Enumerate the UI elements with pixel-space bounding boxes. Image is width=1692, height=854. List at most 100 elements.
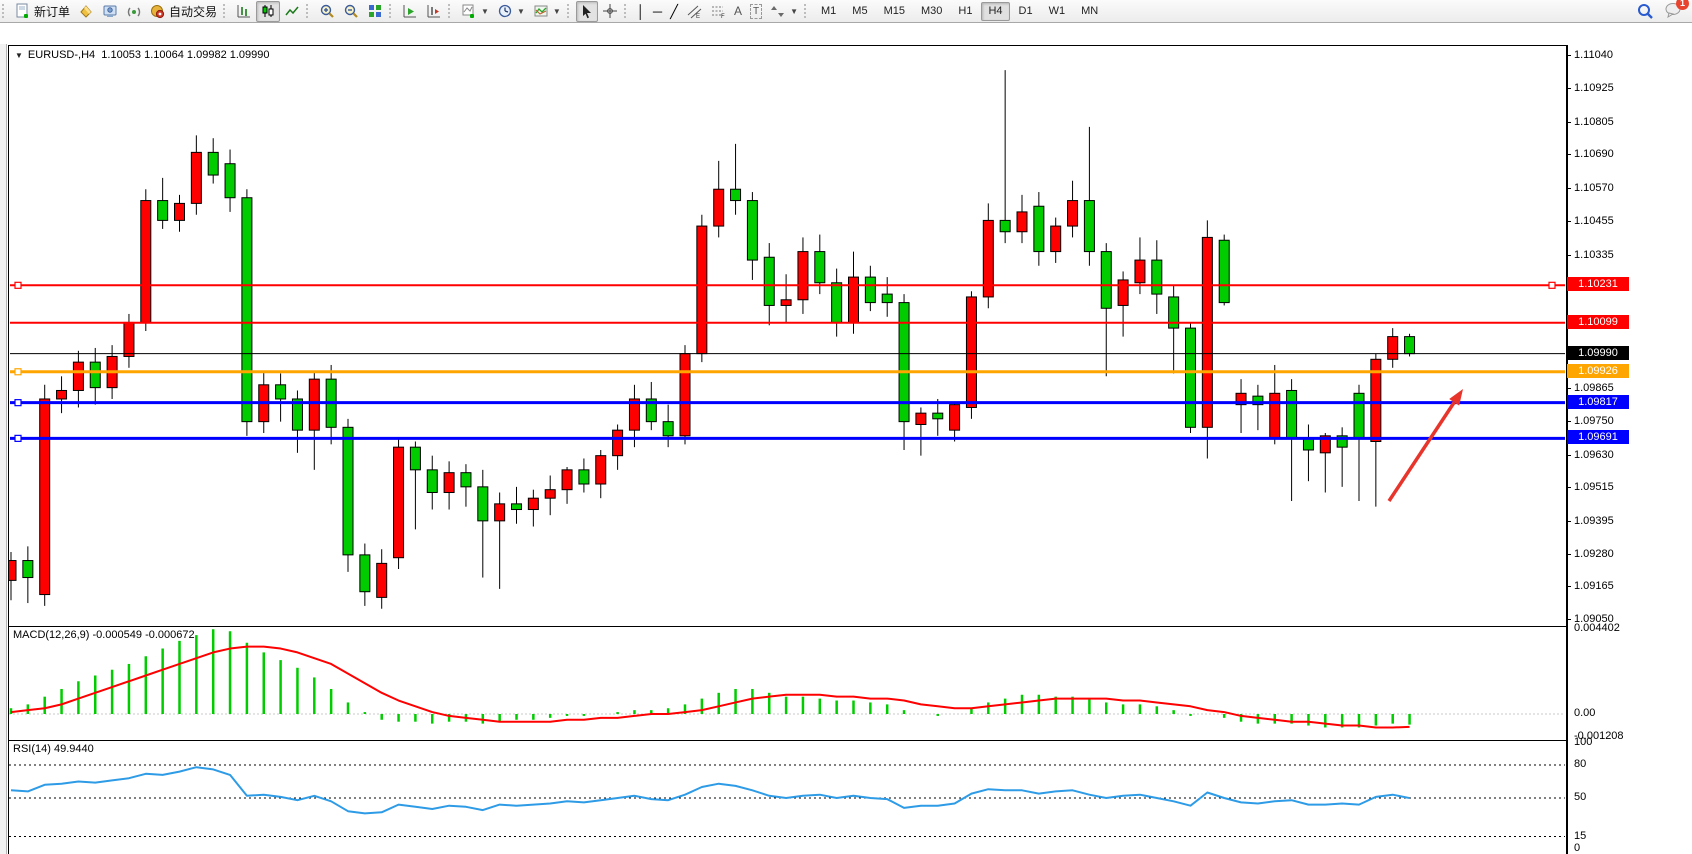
text-label-tool-button[interactable]: T <box>746 1 766 22</box>
candlestick-mode-button[interactable] <box>256 1 280 22</box>
horizontal-line-object[interactable] <box>10 435 1565 441</box>
cursor-tool-button[interactable] <box>576 1 598 22</box>
styler-button[interactable] <box>74 1 98 22</box>
template-button[interactable]: ▼ <box>529 1 565 22</box>
crosshair-tool-button[interactable] <box>598 1 622 22</box>
candle <box>663 405 673 448</box>
candle <box>1017 195 1027 243</box>
candlestick-icon <box>260 3 276 19</box>
candle <box>394 439 404 569</box>
price-tag-1.09926: 1.09926 <box>1567 364 1629 378</box>
timeframe-button-m15[interactable]: M15 <box>877 2 912 21</box>
arrows-tool-button[interactable]: ▼ <box>766 1 802 22</box>
annotation-arrow[interactable] <box>1389 389 1463 501</box>
macd-axis-label: 0.004402 <box>1574 622 1620 634</box>
candle <box>292 390 302 452</box>
toolbar-grip <box>223 4 228 18</box>
macd-panel[interactable] <box>8 626 1568 741</box>
signals-button[interactable] <box>122 1 146 22</box>
add-indicator-button[interactable]: ▼ <box>457 1 493 22</box>
candle <box>832 269 842 337</box>
timeframe-button-d1[interactable]: D1 <box>1012 2 1040 21</box>
price-tick <box>1567 554 1571 555</box>
toolbar: 新订单 自动交易 <box>0 0 1692 23</box>
timeframe-button-m30[interactable]: M30 <box>914 2 949 21</box>
line-handle[interactable] <box>1549 282 1555 288</box>
rsi-label: RSI(14) 49.9440 <box>13 743 94 755</box>
zoom-in-button[interactable] <box>315 1 339 22</box>
line-handle[interactable] <box>15 400 21 406</box>
timeframe-button-h1[interactable]: H1 <box>951 2 979 21</box>
price-tick-label: 1.10570 <box>1574 182 1614 194</box>
fibonacci-tool-button[interactable]: F <box>706 1 730 22</box>
candle <box>1236 379 1246 433</box>
paint-bucket-icon <box>78 3 94 19</box>
toolbar-grip <box>448 4 453 18</box>
autotrade-icon <box>150 3 166 19</box>
horizontal-line-tool-button[interactable]: ─ <box>649 1 666 22</box>
price-tick-label: 1.09395 <box>1574 515 1614 527</box>
terminal-icon <box>102 3 118 19</box>
main-price-chart[interactable] <box>8 45 1568 627</box>
price-tick-label: 1.11040 <box>1574 49 1613 61</box>
line-chart-mode-button[interactable] <box>280 1 304 22</box>
autotrade-button[interactable]: 自动交易 <box>146 1 221 22</box>
candle <box>427 456 437 510</box>
crosshair-icon <box>602 3 618 19</box>
text-label-icon: T <box>750 4 762 19</box>
svg-text:E: E <box>696 14 700 19</box>
new-order-button[interactable]: 新订单 <box>11 1 74 22</box>
chart-window[interactable]: ▼EURUSD-,H4 1.10053 1.10064 1.09982 1.09… <box>0 22 1692 854</box>
candle <box>208 138 218 183</box>
candle <box>579 458 589 492</box>
notification-badge: 1 <box>1676 0 1689 10</box>
chart-shift-button[interactable] <box>422 1 446 22</box>
candle <box>714 161 724 238</box>
chart-title[interactable]: ▼EURUSD-,H4 1.10053 1.10064 1.09982 1.09… <box>12 49 273 61</box>
candle <box>1253 385 1263 430</box>
candle <box>175 195 185 232</box>
auto-scroll-button[interactable] <box>398 1 422 22</box>
text-tool-button[interactable]: A <box>730 1 746 22</box>
price-tick-label: 1.09165 <box>1574 580 1614 592</box>
line-handle[interactable] <box>15 282 21 288</box>
mt4-terminal-window: { "toolbar": { "new_order_label": "新订单",… <box>0 0 1692 854</box>
candle <box>646 382 656 430</box>
candle <box>40 385 50 606</box>
search-icon[interactable] <box>1637 3 1654 20</box>
rsi-panel[interactable] <box>8 740 1568 854</box>
timeframe-button-w1[interactable]: W1 <box>1042 2 1073 21</box>
candle <box>57 376 67 413</box>
toolbar-right: 1 <box>1637 2 1682 21</box>
candle <box>1303 424 1313 481</box>
zoom-out-button[interactable] <box>339 1 363 22</box>
add-indicator-icon <box>461 3 477 19</box>
line-handle[interactable] <box>15 369 21 375</box>
toolbar-grip <box>389 4 394 18</box>
tile-windows-button[interactable] <box>363 1 387 22</box>
price-axis[interactable] <box>1566 45 1567 854</box>
terminal-button[interactable] <box>98 1 122 22</box>
equidistant-channel-icon: E <box>686 4 702 19</box>
candle <box>1051 218 1061 263</box>
candle <box>882 277 892 317</box>
trendline-tool-button[interactable]: ╱ <box>666 1 682 22</box>
rsi-axis-label: 100 <box>1574 736 1592 748</box>
price-tick <box>1567 586 1571 587</box>
bar-chart-mode-button[interactable] <box>232 1 256 22</box>
timeframe-button-mn[interactable]: MN <box>1074 2 1105 21</box>
timeframe-button-h4[interactable]: H4 <box>981 2 1009 21</box>
notifications-button[interactable]: 1 <box>1664 2 1682 21</box>
candle <box>865 266 875 311</box>
timeframe-button-m1[interactable]: M1 <box>814 2 843 21</box>
candle <box>1084 127 1094 266</box>
rsi-axis-label: 0 <box>1574 842 1580 854</box>
channel-tool-button[interactable]: E <box>682 1 706 22</box>
vertical-line-tool-button[interactable]: │ <box>633 1 649 22</box>
line-handle[interactable] <box>15 435 21 441</box>
candle <box>1405 334 1415 357</box>
candle <box>798 237 808 314</box>
timeframe-button-m5[interactable]: M5 <box>845 2 874 21</box>
period-button[interactable]: ▼ <box>493 1 529 22</box>
chart-title-ohlc: 1.10053 1.10064 1.09982 1.09990 <box>101 49 269 61</box>
